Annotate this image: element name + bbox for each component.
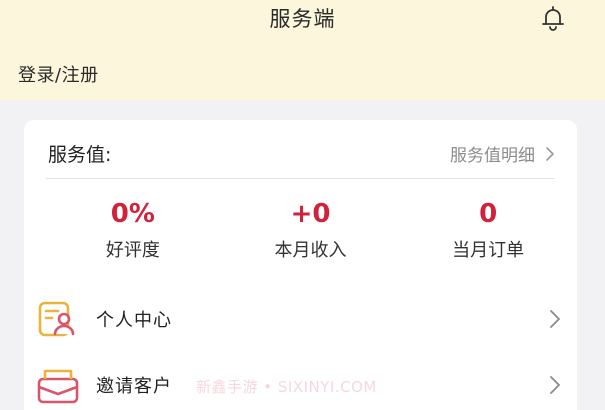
app-screen: 服务端 登录/注册 服务值: 服务值明细 0% 好评度 +0 本月收入 0 当月…	[0, 0, 605, 410]
service-value-detail-label: 服务值明细	[450, 146, 535, 166]
stat-monthly-orders[interactable]: 0 当月订单	[399, 196, 577, 262]
stats-row: 0% 好评度 +0 本月收入 0 当月订单	[24, 196, 577, 262]
stat-value: 0	[479, 199, 498, 229]
id-card-icon	[38, 301, 75, 337]
stat-label: 当月订单	[452, 240, 525, 261]
envelope-icon	[37, 369, 79, 404]
bell-icon[interactable]	[539, 4, 567, 32]
chevron-right-icon	[550, 310, 560, 328]
login-register-link[interactable]: 登录/注册	[18, 61, 99, 87]
service-value-title: 服务值:	[48, 144, 112, 166]
stat-monthly-income[interactable]: +0 本月收入	[222, 196, 400, 262]
stat-value: 0%	[110, 199, 155, 229]
header: 服务端 登录/注册	[0, 0, 605, 100]
service-value-detail-link[interactable]: 服务值明细	[450, 141, 555, 166]
menu-item-label: 个人中心	[96, 310, 172, 331]
stat-label: 好评度	[105, 240, 160, 261]
stat-label: 本月收入	[274, 240, 347, 261]
menu-item-invite-customer[interactable]: 邀请客户	[24, 352, 577, 410]
menu-list: 个人中心 邀请客户	[24, 266, 577, 410]
chevron-right-icon	[550, 376, 560, 394]
page-title: 服务端	[269, 7, 336, 31]
chevron-right-icon	[546, 146, 554, 161]
stat-value: +0	[290, 199, 331, 229]
stat-rating[interactable]: 0% 好评度	[44, 196, 222, 262]
divider	[46, 178, 555, 179]
menu-item-label: 邀请客户	[96, 376, 172, 397]
menu-item-personal-center[interactable]: 个人中心	[24, 286, 577, 352]
